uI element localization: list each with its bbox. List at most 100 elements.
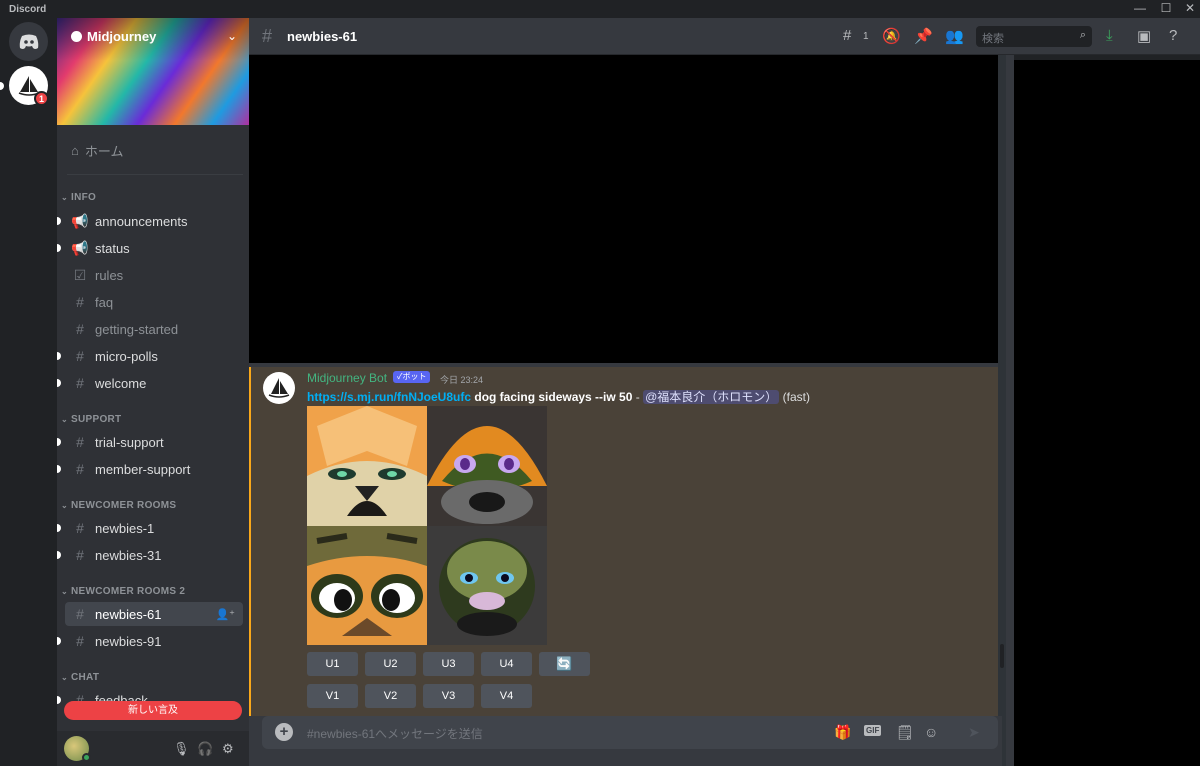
u1-button[interactable]: U1 bbox=[307, 652, 358, 676]
u2-button[interactable]: U2 bbox=[365, 652, 416, 676]
message-content: https://s.mj.run/fnNJoeU8ufc dog facing … bbox=[307, 388, 810, 405]
notification-badge: 1 bbox=[34, 91, 49, 106]
message-separator: - bbox=[635, 390, 644, 404]
category-support[interactable]: ⌄ SUPPORT bbox=[61, 414, 121, 425]
download-icon[interactable]: ⤓ bbox=[1106, 27, 1113, 44]
online-status-icon bbox=[82, 753, 91, 762]
unread-indicator bbox=[57, 637, 61, 645]
channel-getting-started[interactable]: # getting-started bbox=[65, 317, 243, 341]
members-icon[interactable]: 👥 bbox=[945, 27, 964, 45]
unread-indicator bbox=[57, 217, 61, 225]
message-composer: + #newbies-61へメッセージを送信 🎁 GIF 🗒 ☺ ➤ bbox=[249, 716, 1002, 766]
home-link[interactable]: ⌂ ホーム bbox=[71, 141, 123, 160]
upscale-button-row: U1 U2 U3 U4 🔄 bbox=[307, 652, 590, 676]
grid-image-1[interactable] bbox=[307, 406, 427, 526]
server-name-button[interactable]: Midjourney bbox=[71, 29, 156, 44]
mute-bell-icon[interactable]: 🔕 bbox=[882, 27, 901, 45]
unread-indicator bbox=[57, 465, 61, 473]
channel-newbies-91[interactable]: # newbies-91 bbox=[57, 629, 243, 653]
message-author[interactable]: Midjourney Bot bbox=[307, 371, 387, 385]
hash-icon: # bbox=[76, 434, 84, 450]
gif-button[interactable]: GIF bbox=[864, 725, 882, 736]
hash-icon: # bbox=[76, 294, 84, 310]
message-placeholder: #newbies-61へメッセージを送信 bbox=[307, 727, 483, 741]
sticker-icon[interactable]: 🗒 bbox=[896, 724, 914, 741]
settings-gear-icon[interactable]: ⚙ bbox=[222, 741, 234, 757]
maximize-button[interactable]: ☐ bbox=[1154, 1, 1178, 15]
message-list: Midjourney Bot ✓ボット 今日 23:24 https://s.m… bbox=[249, 55, 1002, 716]
scrollbar-thumb[interactable] bbox=[1000, 644, 1004, 668]
channel-status[interactable]: 📢 status bbox=[57, 236, 243, 260]
emoji-icon[interactable]: ☺ bbox=[924, 724, 938, 740]
microphone-icon[interactable]: 🎙 bbox=[173, 741, 190, 757]
channel-trial-support[interactable]: # trial-support bbox=[57, 430, 243, 454]
search-input[interactable]: 検索 ⌕ bbox=[976, 26, 1092, 47]
headphones-icon[interactable]: 🎧 bbox=[197, 741, 213, 757]
hash-icon: # bbox=[76, 348, 84, 364]
hash-thread-icon: # bbox=[76, 520, 84, 536]
close-button[interactable]: ✕ bbox=[1178, 1, 1200, 15]
discord-logo-icon bbox=[19, 34, 38, 49]
send-icon[interactable]: ➤ bbox=[968, 724, 980, 741]
category-info[interactable]: ⌄ INFO bbox=[61, 192, 96, 203]
channel-newbies-1[interactable]: # newbies-1 bbox=[57, 516, 243, 540]
reroll-button[interactable]: 🔄 bbox=[539, 652, 590, 676]
grid-image-4[interactable] bbox=[427, 526, 547, 645]
message-highlighted: Midjourney Bot ✓ボット 今日 23:24 https://s.m… bbox=[249, 367, 998, 716]
checkbox-icon: ☑ bbox=[73, 266, 87, 283]
bot-badge: ✓ボット bbox=[393, 371, 431, 383]
unread-indicator bbox=[57, 352, 61, 360]
message-link[interactable]: https://s.mj.run/fnNJoeU8ufc bbox=[307, 390, 471, 404]
category-chat[interactable]: ⌄ CHAT bbox=[61, 672, 99, 683]
channel-newbies-31[interactable]: # newbies-31 bbox=[57, 543, 243, 567]
help-icon[interactable]: ? bbox=[1169, 27, 1177, 44]
v2-button[interactable]: V2 bbox=[365, 684, 416, 708]
hash-thread-icon: # bbox=[76, 375, 84, 391]
channel-announcements[interactable]: 📢 announcements bbox=[57, 209, 243, 233]
minimize-button[interactable]: — bbox=[1128, 1, 1152, 15]
hash-thread-icon: # bbox=[262, 26, 273, 46]
channel-faq[interactable]: # faq bbox=[65, 290, 243, 314]
grid-image-3[interactable] bbox=[307, 526, 427, 645]
channel-micro-polls[interactable]: # micro-polls bbox=[57, 344, 243, 368]
u4-button[interactable]: U4 bbox=[481, 652, 532, 676]
chevron-down-icon[interactable]: ⌄ bbox=[227, 29, 237, 43]
message-timestamp: 今日 23:24 bbox=[440, 375, 484, 385]
server-list: 1 bbox=[0, 18, 57, 766]
channel-welcome[interactable]: # welcome bbox=[57, 371, 243, 395]
message-prompt: dog facing sideways --iw 50 bbox=[474, 390, 633, 404]
threads-icon[interactable]: # bbox=[843, 27, 851, 44]
message-input[interactable]: + #newbies-61へメッセージを送信 🎁 GIF 🗒 ☺ ➤ bbox=[262, 716, 998, 749]
add-member-icon[interactable]: 👤⁺ bbox=[215, 608, 235, 621]
channel-rules[interactable]: ☑ rules bbox=[65, 263, 243, 287]
member-list-panel bbox=[1014, 60, 1200, 766]
pin-icon[interactable]: 📌 bbox=[914, 27, 933, 45]
v1-button[interactable]: V1 bbox=[307, 684, 358, 708]
image-grid[interactable] bbox=[307, 406, 547, 645]
verified-icon bbox=[71, 31, 82, 42]
inbox-icon[interactable]: ▣ bbox=[1137, 27, 1151, 45]
unread-indicator bbox=[57, 438, 61, 446]
user-mention[interactable]: @福本良介（ホロモン） bbox=[643, 390, 780, 404]
channel-member-support[interactable]: # member-support bbox=[57, 457, 243, 481]
category-newcomer-rooms[interactable]: ⌄ NEWCOMER ROOMS bbox=[61, 500, 176, 511]
threads-count: 1 bbox=[863, 31, 869, 42]
hash-thread-icon: # bbox=[76, 633, 84, 649]
v4-button[interactable]: V4 bbox=[481, 684, 532, 708]
grid-image-2[interactable] bbox=[427, 406, 547, 526]
hash-thread-icon: # bbox=[76, 547, 84, 563]
video-embed[interactable] bbox=[249, 55, 998, 363]
category-newcomer-rooms-2[interactable]: ⌄ NEWCOMER ROOMS 2 bbox=[61, 586, 185, 597]
unread-indicator bbox=[57, 524, 61, 532]
u3-button[interactable]: U3 bbox=[423, 652, 474, 676]
v3-button[interactable]: V3 bbox=[423, 684, 474, 708]
attach-plus-icon[interactable]: + bbox=[275, 723, 293, 741]
hash-icon: # bbox=[76, 321, 84, 337]
channel-sidebar: Midjourney ⌄ ⌂ ホーム ⌄ INFO 📢 announcements … bbox=[57, 18, 249, 766]
discord-home-button[interactable] bbox=[9, 22, 48, 61]
avatar[interactable] bbox=[263, 372, 295, 404]
new-mention-button[interactable]: 新しい言及 bbox=[64, 701, 242, 720]
channel-newbies-61[interactable]: # newbies-61 👤⁺ bbox=[65, 602, 243, 626]
home-icon: ⌂ bbox=[71, 143, 79, 158]
gift-icon[interactable]: 🎁 bbox=[834, 724, 851, 741]
